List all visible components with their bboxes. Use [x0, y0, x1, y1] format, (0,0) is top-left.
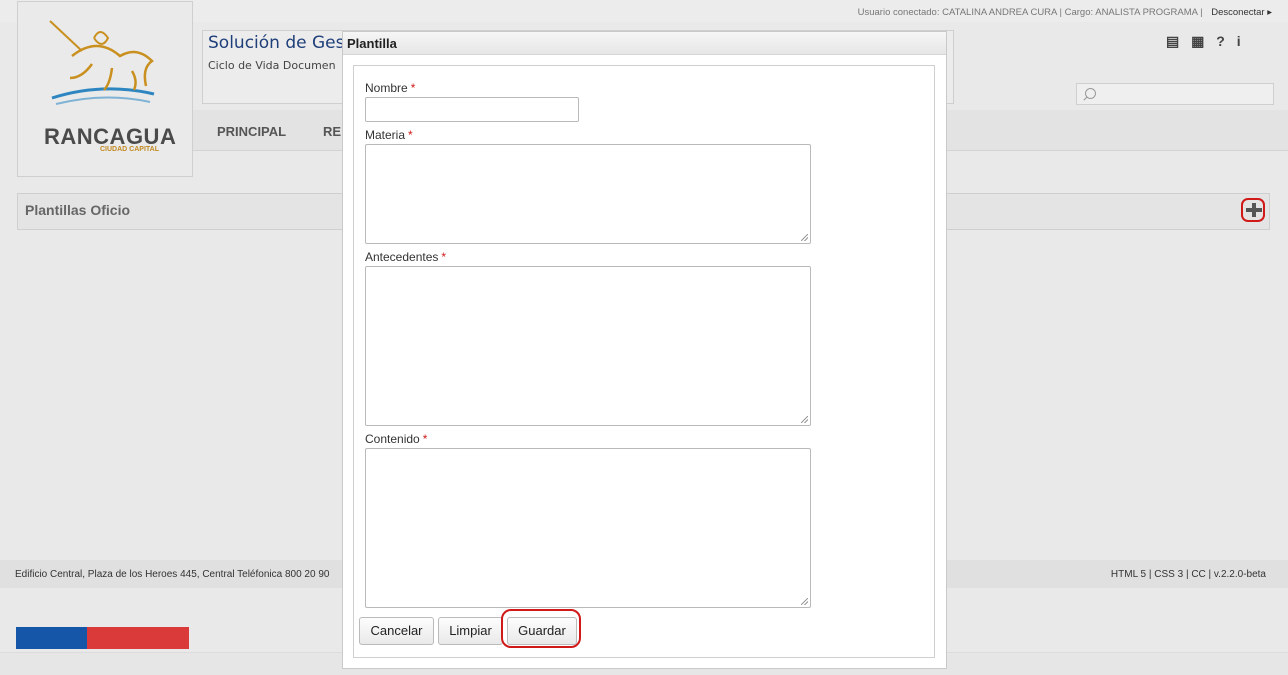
logout-label: Desconectar [1211, 7, 1265, 18]
search-input[interactable] [1076, 83, 1274, 105]
panel-title: Plantillas Oficio [25, 202, 131, 218]
contenido-label: Contenido * [365, 432, 427, 446]
user-info-text: Usuario conectado: CATALINA ANDREA CURA … [857, 7, 1203, 18]
logo-tagline: CIUDAD CAPITAL [100, 146, 159, 153]
required-mark: * [422, 432, 428, 446]
horseman-logo-icon [49, 20, 155, 105]
contenido-label-text: Contenido [365, 432, 420, 446]
required-mark: * [441, 250, 447, 264]
logout-icon: ▸ [1267, 7, 1272, 18]
top-bar: Usuario conectado: CATALINA ANDREA CURA … [0, 0, 1288, 22]
help-icon[interactable]: ? [1216, 33, 1225, 49]
newspaper-icon[interactable]: ▦ [1191, 33, 1204, 49]
contenido-textarea[interactable] [365, 448, 811, 608]
resize-grip-icon[interactable] [801, 416, 808, 423]
antecedentes-textarea[interactable] [365, 266, 811, 426]
nombre-label-text: Nombre [365, 81, 408, 95]
app-title: Solución de Ges [208, 33, 345, 53]
clear-button[interactable]: Limpiar [438, 617, 503, 645]
save-button[interactable]: Guardar [507, 617, 577, 645]
flag-stripe-blue [16, 627, 87, 649]
required-mark: * [408, 128, 413, 142]
required-mark: * [410, 81, 416, 95]
toolbar-icons: ▤ ▦ ? i [1166, 33, 1249, 50]
search-icon [1085, 88, 1096, 99]
user-info: Usuario conectado: CATALINA ANDREA CURA … [858, 7, 1272, 18]
materia-textarea[interactable] [365, 144, 811, 244]
nombre-label: Nombre * [365, 81, 415, 95]
template-dialog: Plantilla Nombre * Materia * Antecedentes *… [342, 31, 947, 669]
resize-grip-icon[interactable] [801, 598, 808, 605]
antecedentes-label: Antecedentes * [365, 250, 446, 264]
dialog-title: Plantilla [347, 36, 397, 51]
nav-item-reportes[interactable]: RE [323, 124, 341, 139]
logout-link[interactable]: Desconectar ▸ [1211, 7, 1272, 18]
cancel-button[interactable]: Cancelar [359, 617, 434, 645]
footer-tech: HTML 5 | CSS 3 | CC | v.2.2.0-beta [1110, 569, 1266, 580]
antecedentes-label-text: Antecedentes [365, 250, 439, 264]
dialog-header[interactable]: Plantilla [343, 32, 946, 55]
logo[interactable]: RANCAGUA CIUDAD CAPITAL [17, 1, 193, 177]
flag-stripe-red [87, 627, 189, 649]
materia-label-text: Materia [365, 128, 406, 142]
info-icon[interactable]: i [1237, 33, 1241, 49]
add-template-button[interactable] [1241, 198, 1265, 222]
app-subtitle: Ciclo de Vida Documen [208, 59, 336, 72]
nav-item-principal[interactable]: PRINCIPAL [217, 124, 286, 139]
book-icon[interactable]: ▤ [1166, 33, 1179, 49]
template-form: Nombre * Materia * Antecedentes * Contenido… [353, 65, 935, 658]
resize-grip-icon[interactable] [801, 234, 808, 241]
materia-label: Materia * [365, 128, 413, 142]
footer-address: Edificio Central, Plaza de los Heroes 44… [15, 569, 330, 580]
nombre-field[interactable] [365, 97, 579, 122]
